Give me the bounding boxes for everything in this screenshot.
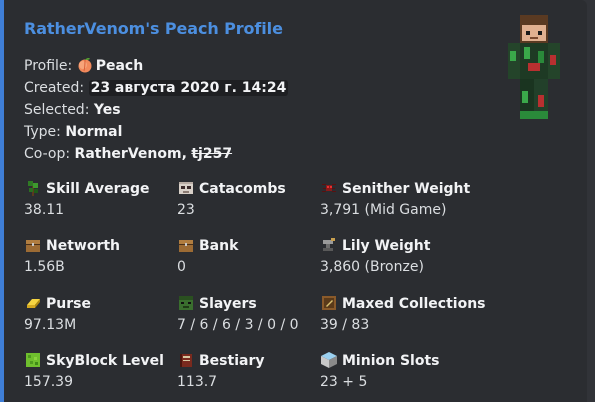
field-value: 3,860 (Bronze)	[320, 259, 424, 275]
type-line: Type: Normal	[24, 122, 122, 142]
field-value: 39 / 83	[320, 317, 370, 333]
skull-icon	[179, 182, 193, 194]
profile-line: Profile: Peach	[24, 56, 143, 76]
field-senither-weight: Senither Weight 3,791 (Mid Game)	[320, 178, 470, 220]
field-name: Minion Slots	[320, 350, 439, 372]
profile-label: Profile:	[24, 58, 73, 74]
selected-line: Selected: Yes	[24, 100, 121, 120]
field-name: Catacombs	[177, 178, 286, 200]
book-icon	[180, 354, 192, 367]
selected-value: Yes	[93, 102, 121, 118]
field-name: Bestiary	[177, 350, 264, 372]
field-value: 1.56B	[24, 259, 65, 275]
field-name: Skill Average	[24, 178, 150, 200]
field-value: 113.7	[177, 374, 218, 390]
field-name: Purse	[24, 293, 91, 315]
field-value: 7 / 6 / 6 / 3 / 0 / 0	[177, 317, 299, 333]
created-label: Created:	[24, 80, 85, 96]
embed-title[interactable]: RatherVenom's Peach Profile	[24, 19, 283, 38]
player-skin-thumbnail[interactable]	[502, 15, 566, 123]
field-name: Senither Weight	[320, 178, 470, 200]
type-label: Type:	[24, 124, 61, 140]
field-skyblock-level: SkyBlock Level 157.39	[24, 350, 164, 392]
peach-emoji-icon	[78, 58, 92, 73]
field-bestiary: Bestiary 113.7	[177, 350, 264, 392]
item-frame-icon	[322, 296, 336, 310]
zombie-head-icon	[179, 296, 193, 310]
profile-value: Peach	[95, 58, 144, 74]
grass-block-icon	[26, 353, 40, 367]
type-value: Normal	[65, 124, 123, 140]
field-slayers: Slayers 7 / 6 / 6 / 3 / 0 / 0	[177, 293, 299, 335]
coop-line: Co-op: RatherVenom, tj257	[24, 144, 232, 164]
coop-member-1: RatherVenom,	[74, 146, 187, 162]
cobblestone-icon	[321, 352, 337, 368]
profile-embed: RatherVenom's Peach Profile Profile: Pea…	[0, 0, 587, 402]
field-name: Lily Weight	[320, 235, 430, 257]
chest-icon	[26, 240, 40, 252]
field-catacombs: Catacombs 23	[177, 178, 286, 220]
anvil-icon	[323, 238, 335, 251]
field-value: 0	[177, 259, 186, 275]
coop-member-2: tj257	[191, 146, 233, 162]
field-skill-average: Skill Average 38.11	[24, 178, 150, 220]
field-lily-weight: Lily Weight 3,860 (Bronze)	[320, 235, 430, 277]
field-name: Bank	[177, 235, 238, 257]
field-name: Slayers	[177, 293, 299, 315]
field-value: 3,791 (Mid Game)	[320, 202, 447, 218]
created-timestamp[interactable]: 23 августа 2020 г. 14:24	[88, 80, 289, 96]
created-line: Created: 23 августа 2020 г. 14:24	[24, 78, 289, 98]
selected-label: Selected:	[24, 102, 90, 118]
field-networth: Networth 1.56B	[24, 235, 120, 277]
field-purse: Purse 97.13M	[24, 293, 91, 335]
coop-label: Co-op:	[24, 146, 71, 162]
field-bank: Bank 0	[177, 235, 238, 277]
bank-chest-icon	[179, 240, 193, 252]
field-name: Networth	[24, 235, 120, 257]
field-value: 23 + 5	[320, 374, 368, 390]
field-value: 97.13M	[24, 317, 77, 333]
field-value: 23	[177, 202, 195, 218]
field-name: SkyBlock Level	[24, 350, 164, 372]
field-value: 38.11	[24, 202, 65, 218]
field-maxed-collections: Maxed Collections 39 / 83	[320, 293, 486, 335]
field-name: Maxed Collections	[320, 293, 486, 315]
sapling-icon	[28, 181, 38, 196]
field-value: 157.39	[24, 374, 73, 390]
spider-icon	[322, 184, 336, 192]
gold-ingot-icon	[27, 299, 40, 308]
field-minion-slots: Minion Slots 23 + 5	[320, 350, 439, 392]
